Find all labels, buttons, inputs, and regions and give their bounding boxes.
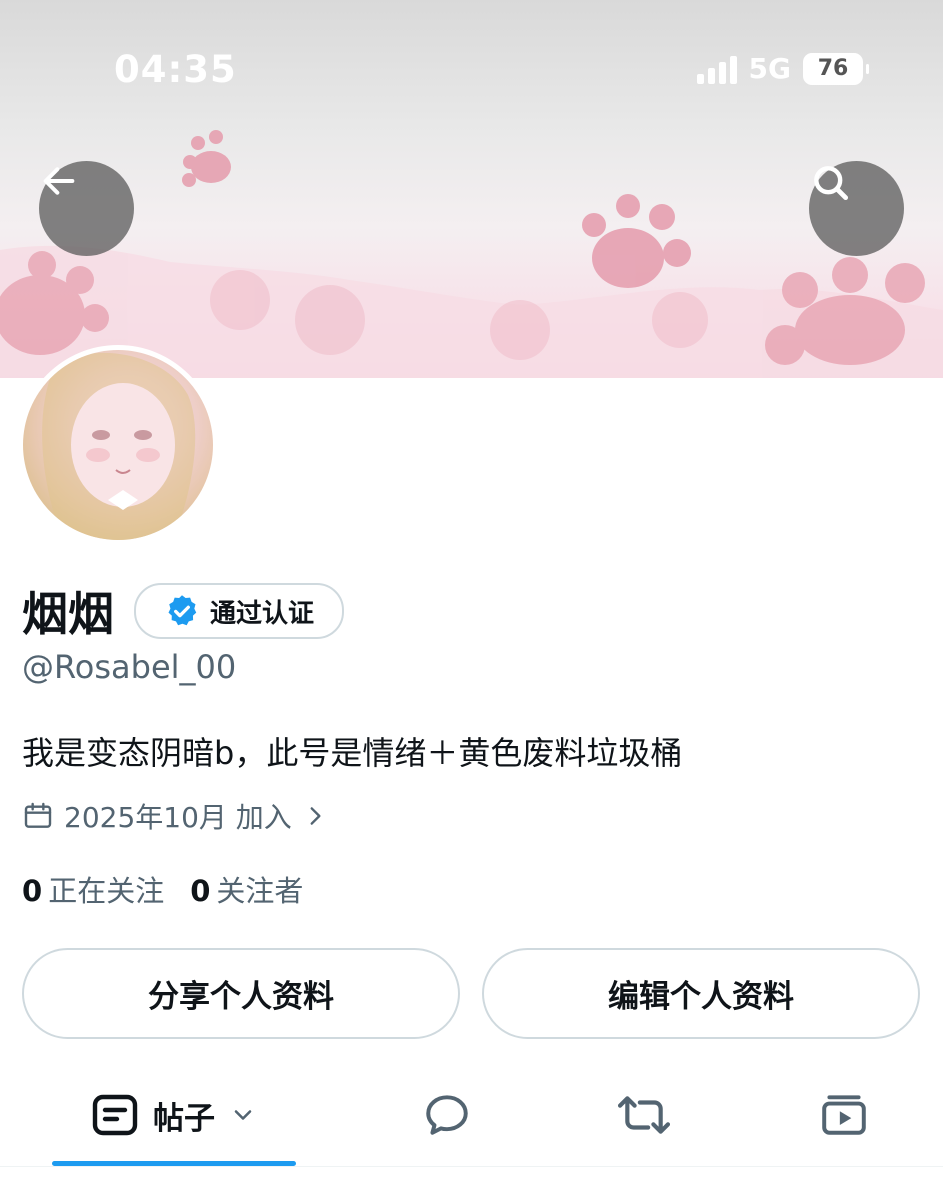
battery-level: 76 [817, 56, 849, 81]
back-button[interactable] [39, 161, 134, 256]
bio: 我是变态阴暗b，此号是情绪＋黄色废料垃圾桶 [22, 734, 683, 772]
followers-label: 关注者 [216, 874, 304, 908]
chevron-down-icon [234, 1110, 252, 1120]
tab-replies[interactable] [405, 1075, 489, 1155]
follow-stats: 0 正在关注 0 关注者 [22, 868, 303, 910]
replies-icon [426, 1095, 468, 1135]
profile-tabs: 帖子 [0, 1075, 943, 1165]
following-link[interactable]: 0 正在关注 [22, 868, 164, 910]
status-indicators: 5G 76 [696, 52, 869, 85]
edit-profile-button[interactable]: 编辑个人资料 [482, 948, 920, 1039]
signal-icon [696, 54, 737, 84]
calendar-icon [24, 802, 52, 828]
chevron-right-icon [310, 807, 321, 825]
tab-posts[interactable]: 帖子 [52, 1075, 296, 1155]
avatar[interactable] [18, 345, 218, 545]
battery-icon: 76 [803, 52, 869, 85]
followers-link[interactable]: 0 关注者 [190, 868, 303, 910]
search-icon [814, 166, 849, 201]
arrow-left-icon [43, 167, 75, 195]
network-type: 5G [748, 52, 791, 85]
verified-check-icon [168, 595, 197, 626]
followers-count: 0 [190, 874, 211, 908]
search-button[interactable] [809, 161, 904, 256]
tab-media[interactable] [802, 1075, 886, 1155]
tabs-divider [0, 1166, 943, 1167]
verified-label: 通过认证 [210, 598, 315, 629]
posts-icon [92, 1094, 138, 1136]
display-name: 烟烟 [22, 587, 114, 641]
following-count: 0 [22, 874, 43, 908]
avatar-image [23, 350, 213, 540]
share-profile-button[interactable]: 分享个人资料 [22, 948, 460, 1039]
following-label: 正在关注 [48, 874, 165, 908]
tab-posts-label: 帖子 [153, 1100, 215, 1137]
verified-badge-button[interactable]: 通过认证 [134, 583, 345, 639]
joined-date-link[interactable]: 2025年10月 加入 [22, 796, 328, 836]
tab-reposts[interactable] [602, 1075, 686, 1155]
media-icon [822, 1095, 866, 1135]
reposts-icon [617, 1096, 671, 1134]
name-row: 烟烟 通过认证 [22, 578, 345, 644]
joined-date: 2025年10月 加入 [64, 801, 292, 834]
profile-banner[interactable]: 04:35 5G 76 [0, 0, 943, 378]
status-time: 04:35 [114, 48, 237, 91]
user-handle: @Rosabel_00 [22, 648, 237, 686]
